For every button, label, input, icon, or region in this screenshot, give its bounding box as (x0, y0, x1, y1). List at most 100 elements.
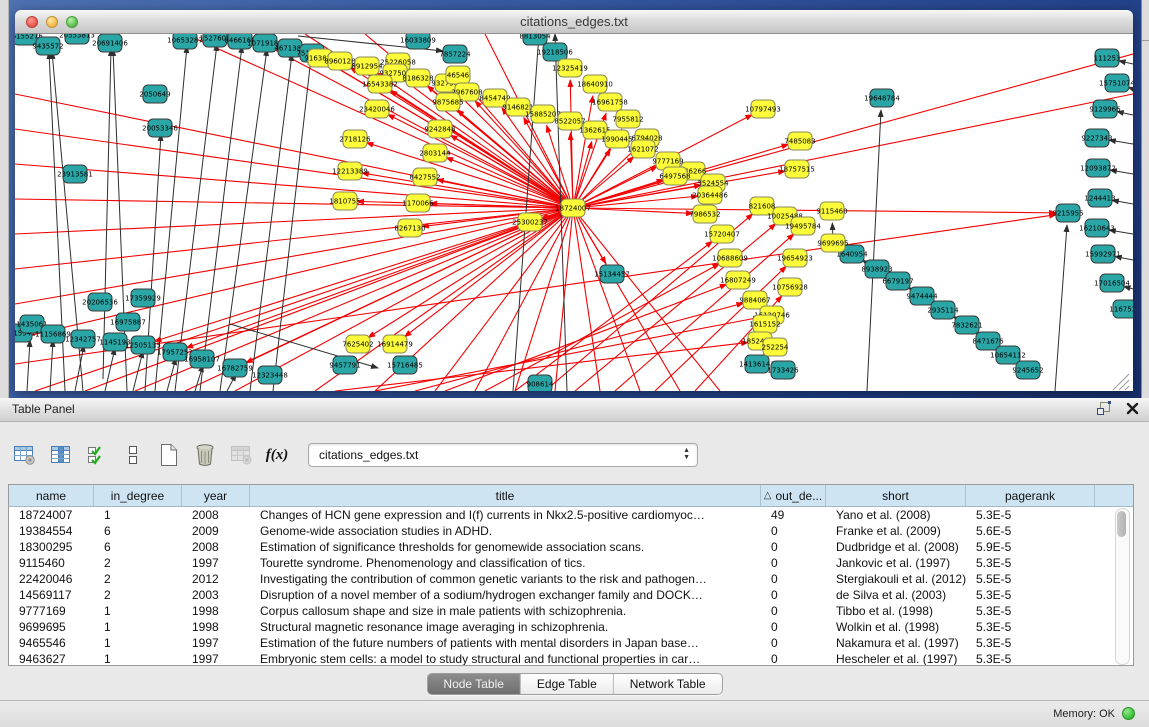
table-cell[interactable]: 19384554 (9, 523, 94, 539)
table-panel-header[interactable]: Table Panel (0, 398, 1149, 422)
table-cell[interactable]: 2009 (182, 523, 250, 539)
table-cell[interactable]: 1 (94, 651, 182, 666)
table-cell[interactable]: 0 (761, 651, 826, 666)
table-cell[interactable]: 9463627 (9, 651, 94, 666)
new-table-icon[interactable] (154, 441, 184, 469)
network-view-window[interactable]: citations_edges.txt 16155276943557220553… (15, 10, 1133, 391)
table-cell[interactable]: 2 (94, 587, 182, 603)
close-panel-icon[interactable] (1126, 402, 1139, 415)
table-cell[interactable]: 9465546 (9, 635, 94, 651)
table-cell[interactable]: 2003 (182, 587, 250, 603)
graph-node[interactable]: 2935114 (927, 301, 959, 319)
column-header-title[interactable]: title (250, 485, 761, 506)
table-cell[interactable]: 5.6E-5 (966, 523, 1095, 539)
table-cell[interactable]: 1 (94, 635, 182, 651)
table-cell[interactable]: Jankovic et al. (1997) (826, 555, 966, 571)
table-cell[interactable]: 18724007 (9, 507, 94, 523)
graph-node[interactable]: 8186328 (402, 69, 433, 87)
graph-node[interactable]: 7986532 (689, 205, 720, 223)
graph-node[interactable]: 16210643 (1079, 219, 1115, 237)
graph-node[interactable]: 8267130 (394, 219, 425, 237)
table-cell[interactable]: 9777169 (9, 603, 94, 619)
graph-node[interactable]: 10756928 (772, 278, 808, 296)
graph-node[interactable]: 15751074 (1099, 74, 1133, 92)
graph-node[interactable]: 9227343 (1081, 129, 1112, 147)
column-header-pagerank[interactable]: pagerank (966, 485, 1095, 506)
table-cell[interactable]: 2 (94, 555, 182, 571)
table-cell[interactable]: 0 (761, 555, 826, 571)
table-vertical-scrollbar[interactable] (1115, 508, 1130, 665)
tab-network-table[interactable]: Network Table (614, 674, 722, 694)
table-row[interactable]: 2242004622012Investigating the contribut… (9, 571, 1133, 587)
graph-node[interactable]: 12323448 (252, 366, 288, 384)
graph-node[interactable]: 20053346 (142, 119, 178, 137)
table-cell[interactable]: Corpus callosum shape and size in male p… (250, 603, 761, 619)
table-cell[interactable]: 1998 (182, 619, 250, 635)
table-cell[interactable]: Disruption of a novel member of a sodium… (250, 587, 761, 603)
graph-node[interactable]: 9242848 (424, 120, 455, 138)
tab-node-table[interactable]: Node Table (427, 674, 521, 694)
graph-node[interactable]: 252254 (762, 338, 789, 356)
row-height-icon[interactable] (118, 441, 148, 469)
table-cell[interactable]: 49 (761, 507, 826, 523)
graph-node[interactable]: 9245652 (1012, 361, 1043, 379)
graph-node[interactable]: 1244413 (1084, 189, 1115, 207)
table-cell[interactable]: 1 (94, 507, 182, 523)
graph-node[interactable]: 20206536 (82, 293, 118, 311)
graph-node[interactable]: 9215955 (1052, 204, 1083, 222)
graph-node[interactable]: 111253 (1094, 49, 1121, 67)
table-cell[interactable]: 9699695 (9, 619, 94, 635)
table-cell[interactable]: 5.3E-5 (966, 555, 1095, 571)
graph-node[interactable]: 12325419 (552, 59, 588, 77)
graph-node[interactable]: 8912954 (351, 57, 383, 75)
window-titlebar[interactable]: citations_edges.txt (15, 10, 1133, 34)
table-cell[interactable]: 0 (761, 571, 826, 587)
graph-node[interactable]: 16914479 (377, 335, 413, 353)
graph-node[interactable]: 9457791 (329, 356, 360, 374)
table-cell[interactable]: 1 (94, 619, 182, 635)
table-cell[interactable]: 1997 (182, 555, 250, 571)
table-cell[interactable]: 14569117 (9, 587, 94, 603)
graph-node[interactable]: 10653287 (167, 34, 203, 49)
table-cell[interactable]: 1997 (182, 635, 250, 651)
delete-table-icon[interactable] (190, 441, 220, 469)
table-cell[interactable]: Changes of HCN gene expression and I(f) … (250, 507, 761, 523)
graph-node[interactable]: 7857224 (439, 45, 471, 63)
column-header-in_degree[interactable]: in_degree (94, 485, 182, 506)
graph-node[interactable]: 1167534 (1109, 300, 1133, 318)
table-cell[interactable]: 0 (761, 635, 826, 651)
table-cell[interactable]: 5.3E-5 (966, 603, 1095, 619)
table-cell[interactable]: Wolkin et al. (1998) (826, 619, 966, 635)
graph-node[interactable]: 20691406 (92, 34, 128, 52)
import-table-icon[interactable] (226, 441, 256, 469)
graph-node[interactable]: 15716485 (387, 356, 423, 374)
graph-node[interactable]: 19218506 (537, 43, 573, 61)
column-header-name[interactable]: name (9, 485, 94, 506)
table-cell[interactable]: 6 (94, 539, 182, 555)
graph-node[interactable]: 1810755 (329, 192, 360, 210)
graph-node[interactable]: 9699695 (817, 234, 848, 252)
graph-node[interactable]: 46546 (446, 66, 470, 84)
graph-node[interactable]: 16961758 (592, 93, 628, 111)
table-cell[interactable]: Tibbo et al. (1998) (826, 603, 966, 619)
graph-node[interactable]: 2050649 (139, 85, 170, 103)
table-row[interactable]: 1872400712008Changes of HCN gene express… (9, 507, 1133, 523)
table-cell[interactable]: 1 (94, 603, 182, 619)
network-canvas[interactable]: 1615527694355722055381320691406106532871… (15, 34, 1133, 391)
table-cell[interactable]: Structural magnetic resonance image aver… (250, 619, 761, 635)
graph-node[interactable]: 8427552 (409, 168, 440, 186)
table-cell[interactable]: Estimation of significance thresholds fo… (250, 539, 761, 555)
table-cell[interactable]: 5.5E-5 (966, 571, 1095, 587)
table-row[interactable]: 946362711997Embryonic stem cells: a mode… (9, 651, 1133, 666)
column-checklist-icon[interactable] (82, 441, 112, 469)
table-cell[interactable]: 0 (761, 603, 826, 619)
graph-node[interactable]: 9435572 (32, 37, 63, 55)
column-header-out_de[interactable]: △out_de... (761, 485, 826, 506)
table-body[interactable]: 1872400712008Changes of HCN gene express… (9, 507, 1133, 666)
table-cell[interactable]: 5.3E-5 (966, 587, 1095, 603)
graph-node[interactable]: 908614 (527, 375, 554, 391)
function-builder-icon[interactable]: f(x) (262, 441, 292, 469)
table-cell[interactable]: Hescheler et al. (1997) (826, 651, 966, 666)
float-window-icon[interactable] (1096, 401, 1112, 416)
table-settings-icon[interactable] (10, 441, 40, 469)
